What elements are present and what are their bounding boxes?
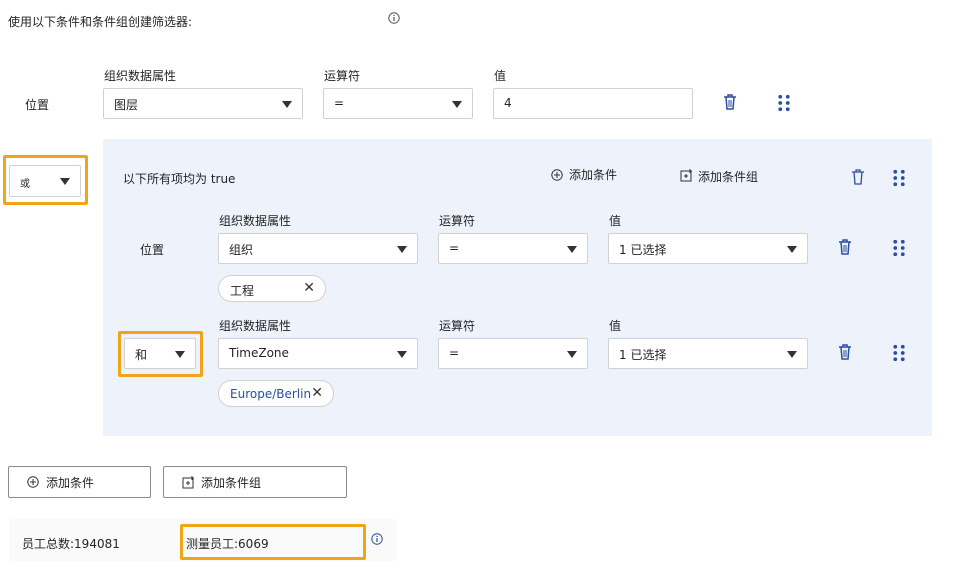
highlight-box [180,524,366,560]
attr-dropdown[interactable]: 组织 [218,233,418,264]
value-dropdown-value: 1 已选择 [619,243,667,257]
drag-handle-icon[interactable] [890,168,908,188]
trash-icon[interactable] [836,342,854,362]
info-icon[interactable] [371,533,383,545]
attr-dropdown[interactable]: TimeZone [218,338,418,369]
chip-label: Europe/Berlin [230,387,312,401]
op-label: 运算符 [324,69,361,83]
op-dropdown-value: = [449,241,460,255]
chevron-down-icon [397,351,407,358]
highlight-box [118,331,203,377]
op-dropdown[interactable]: = [323,88,473,119]
add-group-icon [182,476,194,489]
drag-handle-icon[interactable] [890,343,908,363]
attr-label: 组织数据属性 [219,319,292,333]
chevron-down-icon [567,246,577,253]
info-icon[interactable] [388,12,400,24]
add-condition-label: 添加条件 [46,476,95,490]
chevron-down-icon [282,101,292,108]
page-title: 使用以下条件和条件组创建筛选器: [8,15,193,29]
attr-dropdown-value: 图层 [114,98,139,112]
value-dropdown[interactable]: 1 已选择 [608,233,808,264]
close-icon[interactable]: ✕ [303,280,315,296]
chevron-down-icon [452,101,462,108]
close-icon[interactable]: ✕ [311,385,323,401]
add-circle-icon [551,169,563,181]
op-label: 运算符 [439,319,476,333]
add-group-button[interactable]: 添加条件组 [163,466,347,498]
position-label: 位置 [25,98,50,112]
value-label: 值 [494,69,507,83]
value-dropdown-value: 1 已选择 [619,348,667,362]
attr-label: 组织数据属性 [219,214,292,228]
chevron-down-icon [787,351,797,358]
value-input-text: 4 [504,96,512,110]
trash-icon[interactable] [849,167,867,187]
chevron-down-icon [397,246,407,253]
attr-dropdown-value: 组织 [229,243,254,257]
add-circle-icon [27,476,39,488]
attr-dropdown-value: TimeZone [229,346,289,360]
add-group-icon [680,169,692,182]
value-label: 值 [609,319,622,333]
op-dropdown-value: = [334,96,345,110]
trash-icon[interactable] [836,237,854,257]
value-label: 值 [609,214,622,228]
filter-chip: Europe/Berlin ✕ [218,380,334,407]
op-label: 运算符 [439,214,476,228]
group-add-group-label: 添加条件组 [698,170,759,184]
group-add-condition-label: 添加条件 [569,168,618,182]
filter-chip: 工程 ✕ [218,275,326,302]
value-dropdown[interactable]: 1 已选择 [608,338,808,369]
drag-handle-icon[interactable] [890,238,908,258]
op-dropdown[interactable]: = [438,338,588,369]
position-label: 位置 [140,243,165,257]
value-input[interactable]: 4 [493,88,693,119]
drag-handle-icon[interactable] [775,93,793,113]
op-dropdown[interactable]: = [438,233,588,264]
trash-icon[interactable] [721,92,739,112]
chevron-down-icon [567,351,577,358]
highlight-box [3,155,88,205]
add-condition-button[interactable]: 添加条件 [8,466,151,498]
add-group-label: 添加条件组 [201,476,262,490]
total-employees: 员工总数:194081 [22,537,120,551]
attr-label: 组织数据属性 [104,69,177,83]
attr-dropdown[interactable]: 图层 [103,88,303,119]
chip-label: 工程 [230,284,255,298]
chevron-down-icon [787,246,797,253]
op-dropdown-value: = [449,346,460,360]
group-title: 以下所有项均为 true [123,172,236,186]
